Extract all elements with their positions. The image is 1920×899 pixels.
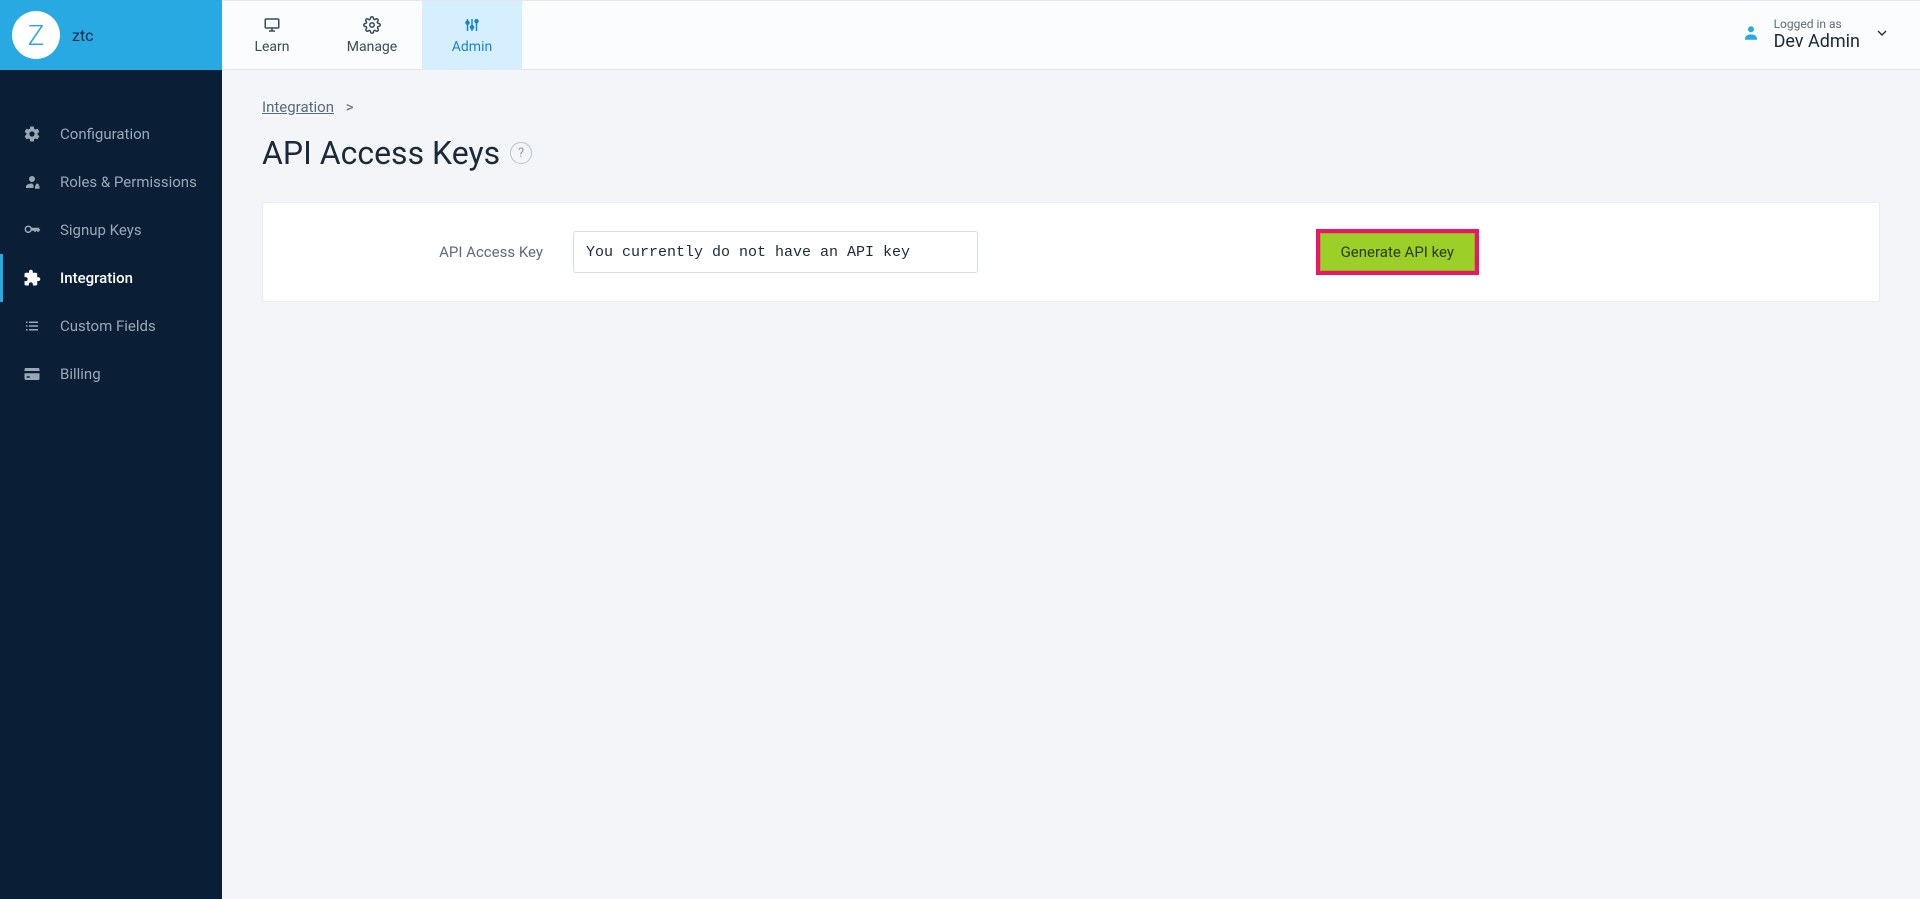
sidebar-item-configuration[interactable]: Configuration — [0, 110, 222, 158]
sidebar-item-integration[interactable]: Integration — [0, 254, 222, 302]
sidebar-item-label: Roles & Permissions — [60, 173, 197, 191]
gear-icon — [22, 124, 42, 144]
sidebar-item-signup-keys[interactable]: Signup Keys — [0, 206, 222, 254]
tab-label: Learn — [254, 39, 289, 55]
key-icon — [22, 220, 42, 240]
sidebar-item-label: Signup Keys — [60, 221, 142, 239]
chevron-down-icon — [1874, 25, 1890, 45]
sidebar-item-roles-permissions[interactable]: Roles & Permissions — [0, 158, 222, 206]
sidebar-item-billing[interactable]: Billing — [0, 350, 222, 398]
sidebar-item-label: Configuration — [60, 125, 150, 143]
tab-label: Admin — [452, 39, 492, 55]
tab-learn[interactable]: Learn — [222, 1, 322, 69]
breadcrumb-integration-link[interactable]: Integration — [262, 98, 334, 116]
api-key-input[interactable] — [573, 231, 978, 273]
tab-admin[interactable]: Admin — [422, 1, 522, 69]
sidebar-item-label: Integration — [60, 269, 133, 287]
breadcrumb-separator: > — [346, 98, 354, 116]
breadcrumb: Integration > — [262, 98, 1880, 116]
sidebar-item-label: Billing — [60, 365, 101, 383]
api-key-field-label: API Access Key — [293, 243, 573, 261]
user-icon — [1742, 24, 1760, 46]
logged-in-as-label: Logged in as — [1774, 17, 1860, 31]
monitor-icon — [263, 15, 281, 35]
list-icon — [22, 316, 42, 336]
sidebar: Configuration Roles & Permissions Signup… — [0, 70, 222, 899]
page-title: API Access Keys — [262, 134, 500, 172]
api-key-card: API Access Key Generate API key — [262, 202, 1880, 302]
brand-block[interactable]: Z ztc — [0, 0, 222, 70]
brand-logo: Z — [12, 11, 60, 59]
sidebar-item-custom-fields[interactable]: Custom Fields — [0, 302, 222, 350]
help-icon[interactable]: ? — [510, 142, 532, 164]
puzzle-icon — [22, 268, 42, 288]
user-lock-icon — [22, 172, 42, 192]
tab-label: Manage — [347, 39, 397, 55]
tab-manage[interactable]: Manage — [322, 1, 422, 69]
settings-icon — [363, 15, 381, 35]
sidebar-item-label: Custom Fields — [60, 317, 156, 335]
sliders-icon — [463, 15, 481, 35]
main-content: Integration > API Access Keys ? API Acce… — [222, 70, 1920, 330]
brand-name: ztc — [72, 26, 94, 45]
logged-in-user-name: Dev Admin — [1774, 31, 1860, 53]
user-menu[interactable]: Logged in as Dev Admin — [1742, 1, 1920, 69]
generate-button-highlight: Generate API key — [1316, 229, 1479, 275]
top-bar: Learn Manage Admin — [222, 0, 1920, 70]
credit-card-icon — [22, 364, 42, 384]
generate-api-key-button[interactable]: Generate API key — [1320, 233, 1475, 271]
